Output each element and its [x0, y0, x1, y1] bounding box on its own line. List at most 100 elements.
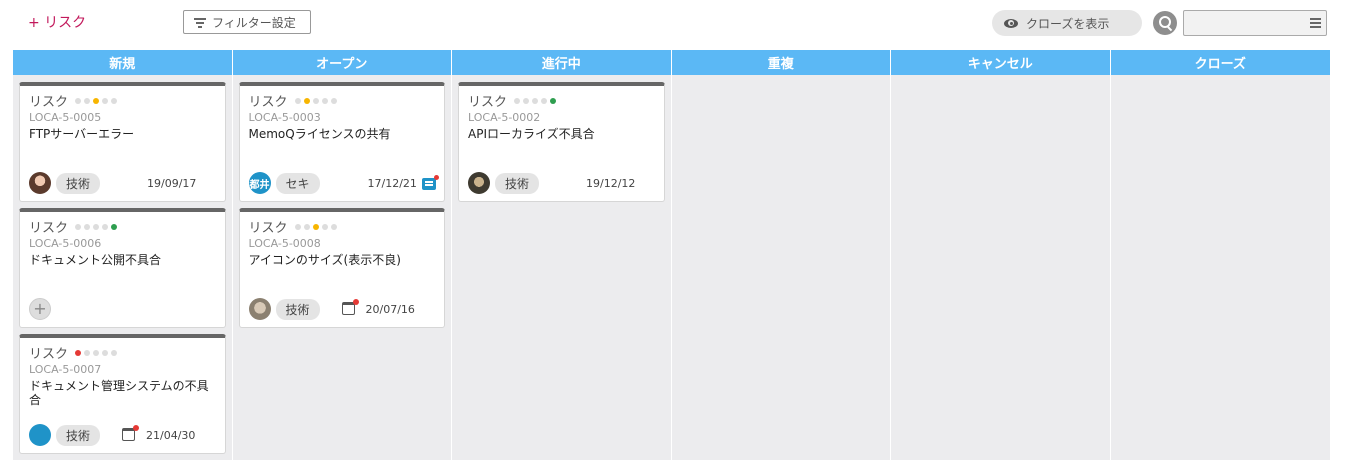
- column-5: クローズ: [1110, 50, 1330, 460]
- calendar-icon: [122, 425, 139, 441]
- priority-dot: [321, 97, 328, 104]
- priority-dot: [111, 97, 118, 104]
- priority-dot: [102, 97, 109, 104]
- column-header[interactable]: キャンセル: [891, 50, 1110, 75]
- due-date: 20/07/16: [365, 303, 415, 316]
- card-type: リスク: [468, 91, 557, 110]
- column-header[interactable]: 進行中: [452, 50, 671, 75]
- column-2: 進行中リスク LOCA-5-0002 APIローカライズ不具合 技術 19/12/12: [452, 50, 672, 460]
- card-type-label: リスク: [468, 95, 508, 110]
- column-0: 新規 リスク LOCA-5-0005 FTPサーバーエラー 技術 19/09/17 リスク L…: [13, 50, 233, 460]
- column-body: [671, 75, 890, 460]
- risk-card[interactable]: リスク LOCA-5-0007 ドキュメント管理システムの不具合技術 21/04/30: [19, 334, 226, 454]
- avatar[interactable]: [29, 172, 51, 194]
- column-body: リスク LOCA-5-0002 APIローカライズ不具合 技術 19/12/12: [452, 75, 671, 460]
- avatar[interactable]: 都井: [248, 172, 271, 194]
- tag-badge: 技術: [56, 173, 101, 194]
- priority-dot: [303, 97, 310, 104]
- column-header[interactable]: 新規: [13, 50, 232, 75]
- filter-icon: [194, 17, 206, 28]
- column-1: オープン リスク LOCA-5-0003 MemoQライセンスの共有 都井 セキ 17/12…: [232, 50, 452, 460]
- card-type-label: リスク: [29, 347, 69, 362]
- card-id: LOCA-5-0005: [29, 111, 102, 124]
- priority-dot: [523, 97, 530, 104]
- card-type-label: リスク: [248, 95, 288, 110]
- filter-settings-button[interactable]: フィルター設定: [183, 10, 311, 34]
- toolbar: + リスク フィルター設定 クローズを表示: [0, 0, 1359, 46]
- priority-dot: [111, 223, 118, 230]
- priority-dot: [75, 97, 82, 104]
- priority-dot: [330, 223, 337, 230]
- priority-indicator: [294, 97, 337, 104]
- risk-card[interactable]: リスク LOCA-5-0002 APIローカライズ不具合 技術 19/12/12: [458, 82, 665, 202]
- filter-settings-label: フィルター設定: [212, 15, 296, 30]
- column-4: キャンセル: [891, 50, 1111, 460]
- card-type: リスク: [29, 343, 118, 362]
- priority-dot: [84, 349, 91, 356]
- priority-dot: [294, 223, 301, 230]
- column-header[interactable]: 重複: [671, 50, 890, 75]
- priority-dot: [312, 223, 319, 230]
- card-title[interactable]: FTPサーバーエラー: [29, 127, 217, 141]
- tag-badge: 技術: [275, 299, 320, 320]
- eye-icon: [1004, 18, 1018, 28]
- tag-badge: 技術: [56, 425, 101, 446]
- search-input[interactable]: [1183, 10, 1327, 36]
- date: 19/09/17: [147, 177, 197, 190]
- avatar[interactable]: [248, 298, 271, 320]
- priority-indicator: [514, 97, 557, 104]
- avatar[interactable]: [468, 172, 490, 194]
- priority-dot: [84, 223, 91, 230]
- risk-card[interactable]: リスク LOCA-5-0006 ドキュメント公開不具合 +: [19, 208, 226, 328]
- card-title[interactable]: ドキュメント公開不具合: [29, 253, 217, 267]
- priority-dot: [330, 97, 337, 104]
- priority-indicator: [75, 349, 118, 356]
- due-date: 21/04/30: [146, 429, 196, 442]
- column-header[interactable]: クローズ: [1110, 50, 1330, 75]
- column-body: [1110, 75, 1330, 460]
- column-body: リスク LOCA-5-0005 FTPサーバーエラー 技術 19/09/17 リスク LOC…: [13, 75, 232, 460]
- date: 19/12/12: [586, 177, 636, 190]
- card-id: LOCA-5-0006: [29, 237, 102, 250]
- avatar[interactable]: [29, 424, 51, 446]
- search-icon[interactable]: [1153, 11, 1177, 35]
- add-risk-button[interactable]: + リスク: [28, 12, 86, 32]
- priority-indicator: [75, 97, 118, 104]
- card-type-label: リスク: [29, 221, 69, 236]
- column-header[interactable]: オープン: [232, 50, 451, 75]
- card-id: LOCA-5-0003: [248, 111, 321, 124]
- priority-dot: [532, 97, 539, 104]
- priority-dot: [102, 223, 109, 230]
- priority-dot: [102, 349, 109, 356]
- column-body: [891, 75, 1110, 460]
- risk-card[interactable]: リスク LOCA-5-0005 FTPサーバーエラー技術 19/09/17: [19, 82, 226, 202]
- priority-dot: [294, 97, 301, 104]
- priority-dot: [303, 223, 310, 230]
- priority-dot: [550, 97, 557, 104]
- card-id: LOCA-5-0007: [29, 363, 102, 376]
- menu-icon[interactable]: [1310, 17, 1321, 28]
- priority-dot: [75, 223, 82, 230]
- card-type-label: リスク: [248, 221, 288, 236]
- priority-indicator: [75, 223, 118, 230]
- risk-card[interactable]: リスク LOCA-5-0003 MemoQライセンスの共有都井 セキ 17/12/21: [238, 82, 445, 202]
- priority-dot: [111, 349, 118, 356]
- card-title[interactable]: アイコンのサイズ(表示不良): [249, 253, 437, 267]
- card-title[interactable]: ドキュメント管理システムの不具合: [29, 379, 217, 407]
- comment-icon[interactable]: [422, 175, 439, 190]
- date: 17/12/21: [367, 177, 417, 190]
- priority-dot: [321, 223, 328, 230]
- priority-dot: [93, 97, 100, 104]
- card-title[interactable]: MemoQライセンスの共有: [249, 127, 437, 141]
- kanban-board: 新規 リスク LOCA-5-0005 FTPサーバーエラー 技術 19/09/17 リスク L…: [13, 50, 1330, 460]
- add-assignee-button[interactable]: +: [29, 298, 51, 320]
- show-closed-toggle[interactable]: クローズを表示: [992, 10, 1142, 36]
- priority-dot: [541, 97, 548, 104]
- card-title[interactable]: APIローカライズ不具合: [468, 127, 656, 141]
- risk-card[interactable]: リスク LOCA-5-0008 アイコンのサイズ(表示不良) 技術 20/07/16: [238, 208, 445, 328]
- priority-dot: [84, 97, 91, 104]
- card-type: リスク: [29, 91, 118, 110]
- priority-dot: [75, 349, 82, 356]
- tag-badge: セキ: [275, 173, 320, 194]
- priority-dot: [93, 349, 100, 356]
